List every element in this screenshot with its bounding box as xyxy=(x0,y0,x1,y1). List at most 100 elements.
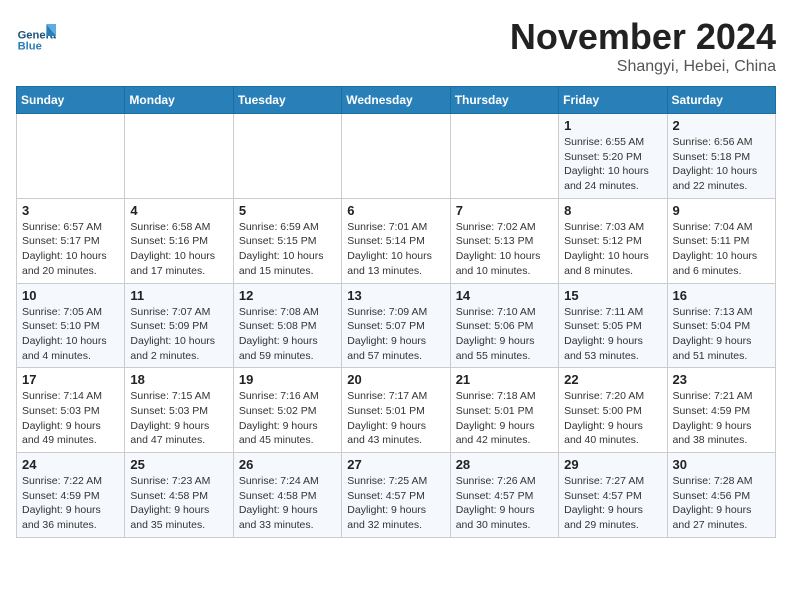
day-number: 25 xyxy=(130,457,227,472)
weekday-header-friday: Friday xyxy=(559,87,667,114)
page-header: General Blue November 2024 Shangyi, Hebe… xyxy=(16,16,776,76)
calendar-header: SundayMondayTuesdayWednesdayThursdayFrid… xyxy=(17,87,776,114)
day-number: 17 xyxy=(22,372,119,387)
calendar-cell xyxy=(17,114,125,199)
weekday-header-monday: Monday xyxy=(125,87,233,114)
day-info: Sunrise: 7:23 AM Sunset: 4:58 PM Dayligh… xyxy=(130,474,227,533)
weekday-header-wednesday: Wednesday xyxy=(342,87,450,114)
calendar-cell: 6Sunrise: 7:01 AM Sunset: 5:14 PM Daylig… xyxy=(342,198,450,283)
weekday-header-tuesday: Tuesday xyxy=(233,87,341,114)
day-number: 10 xyxy=(22,288,119,303)
location-subtitle: Shangyi, Hebei, China xyxy=(510,58,776,76)
day-number: 8 xyxy=(564,203,661,218)
day-info: Sunrise: 7:01 AM Sunset: 5:14 PM Dayligh… xyxy=(347,220,444,279)
day-number: 11 xyxy=(130,288,227,303)
calendar-cell: 17Sunrise: 7:14 AM Sunset: 5:03 PM Dayli… xyxy=(17,368,125,453)
calendar-week-5: 24Sunrise: 7:22 AM Sunset: 4:59 PM Dayli… xyxy=(17,453,776,538)
calendar-cell: 23 Sunrise: 7:21 AM Sunset: 4:59 PM Dayli… xyxy=(667,368,775,453)
calendar-cell: 4 Sunrise: 6:58 AM Sunset: 5:16 PM Daylig… xyxy=(125,198,233,283)
day-number: 21 xyxy=(456,372,553,387)
day-info: Sunrise: 7:09 AM Sunset: 5:07 PM Dayligh… xyxy=(347,305,444,364)
day-number: 30 xyxy=(673,457,770,472)
calendar-cell: 26 Sunrise: 7:24 AM Sunset: 4:58 PM Dayli… xyxy=(233,453,341,538)
month-title: November 2024 xyxy=(510,16,776,58)
day-info: Sunrise: 7:04 AM Sunset: 5:11 PM Dayligh… xyxy=(673,220,770,279)
day-info: Sunrise: 7:25 AM Sunset: 4:57 PM Dayligh… xyxy=(347,474,444,533)
day-number: 20 xyxy=(347,372,444,387)
weekday-header-saturday: Saturday xyxy=(667,87,775,114)
calendar-cell: 14 Sunrise: 7:10 AM Sunset: 5:06 PM Dayli… xyxy=(450,283,558,368)
calendar-cell: 13 Sunrise: 7:09 AM Sunset: 5:07 PM Dayli… xyxy=(342,283,450,368)
day-info: Sunrise: 6:56 AM Sunset: 5:18 PM Dayligh… xyxy=(673,135,770,194)
day-info: Sunrise: 7:16 AM Sunset: 5:02 PM Dayligh… xyxy=(239,389,336,448)
calendar-cell xyxy=(125,114,233,199)
day-number: 15 xyxy=(564,288,661,303)
calendar-cell: 7Sunrise: 7:02 AM Sunset: 5:13 PM Daylig… xyxy=(450,198,558,283)
calendar-cell: 24Sunrise: 7:22 AM Sunset: 4:59 PM Dayli… xyxy=(17,453,125,538)
title-block: November 2024 Shangyi, Hebei, China xyxy=(510,16,776,76)
day-info: Sunrise: 7:28 AM Sunset: 4:56 PM Dayligh… xyxy=(673,474,770,533)
day-info: Sunrise: 7:21 AM Sunset: 4:59 PM Dayligh… xyxy=(673,389,770,448)
calendar-cell xyxy=(342,114,450,199)
day-info: Sunrise: 7:10 AM Sunset: 5:06 PM Dayligh… xyxy=(456,305,553,364)
calendar-cell: 5 Sunrise: 6:59 AM Sunset: 5:15 PM Daylig… xyxy=(233,198,341,283)
day-info: Sunrise: 7:02 AM Sunset: 5:13 PM Dayligh… xyxy=(456,220,553,279)
calendar-week-1: 1Sunrise: 6:55 AM Sunset: 5:20 PM Daylig… xyxy=(17,114,776,199)
calendar-cell xyxy=(450,114,558,199)
calendar-week-2: 3 Sunrise: 6:57 AM Sunset: 5:17 PM Daylig… xyxy=(17,198,776,283)
calendar-table: SundayMondayTuesdayWednesdayThursdayFrid… xyxy=(16,86,776,538)
calendar-cell: 16 Sunrise: 7:13 AM Sunset: 5:04 PM Dayli… xyxy=(667,283,775,368)
day-info: Sunrise: 6:55 AM Sunset: 5:20 PM Dayligh… xyxy=(564,135,661,194)
day-info: Sunrise: 7:24 AM Sunset: 4:58 PM Dayligh… xyxy=(239,474,336,533)
day-number: 26 xyxy=(239,457,336,472)
day-info: Sunrise: 7:20 AM Sunset: 5:00 PM Dayligh… xyxy=(564,389,661,448)
calendar-cell: 29Sunrise: 7:27 AM Sunset: 4:57 PM Dayli… xyxy=(559,453,667,538)
day-info: Sunrise: 7:03 AM Sunset: 5:12 PM Dayligh… xyxy=(564,220,661,279)
day-number: 16 xyxy=(673,288,770,303)
day-info: Sunrise: 7:13 AM Sunset: 5:04 PM Dayligh… xyxy=(673,305,770,364)
day-number: 14 xyxy=(456,288,553,303)
calendar-cell: 19Sunrise: 7:16 AM Sunset: 5:02 PM Dayli… xyxy=(233,368,341,453)
calendar-cell: 15Sunrise: 7:11 AM Sunset: 5:05 PM Dayli… xyxy=(559,283,667,368)
day-info: Sunrise: 7:26 AM Sunset: 4:57 PM Dayligh… xyxy=(456,474,553,533)
day-info: Sunrise: 7:22 AM Sunset: 4:59 PM Dayligh… xyxy=(22,474,119,533)
day-number: 2 xyxy=(673,118,770,133)
day-number: 13 xyxy=(347,288,444,303)
day-number: 4 xyxy=(130,203,227,218)
day-number: 18 xyxy=(130,372,227,387)
calendar-cell: 10 Sunrise: 7:05 AM Sunset: 5:10 PM Dayli… xyxy=(17,283,125,368)
calendar-cell: 21 Sunrise: 7:18 AM Sunset: 5:01 PM Dayli… xyxy=(450,368,558,453)
calendar-week-4: 17Sunrise: 7:14 AM Sunset: 5:03 PM Dayli… xyxy=(17,368,776,453)
calendar-cell: 1Sunrise: 6:55 AM Sunset: 5:20 PM Daylig… xyxy=(559,114,667,199)
day-number: 28 xyxy=(456,457,553,472)
day-number: 9 xyxy=(673,203,770,218)
day-number: 3 xyxy=(22,203,119,218)
calendar-week-3: 10 Sunrise: 7:05 AM Sunset: 5:10 PM Dayli… xyxy=(17,283,776,368)
calendar-cell: 8 Sunrise: 7:03 AM Sunset: 5:12 PM Daylig… xyxy=(559,198,667,283)
logo: General Blue xyxy=(16,16,62,56)
day-number: 12 xyxy=(239,288,336,303)
day-info: Sunrise: 7:17 AM Sunset: 5:01 PM Dayligh… xyxy=(347,389,444,448)
day-info: Sunrise: 6:59 AM Sunset: 5:15 PM Dayligh… xyxy=(239,220,336,279)
day-info: Sunrise: 7:08 AM Sunset: 5:08 PM Dayligh… xyxy=(239,305,336,364)
calendar-cell: 2 Sunrise: 6:56 AM Sunset: 5:18 PM Daylig… xyxy=(667,114,775,199)
day-info: Sunrise: 6:58 AM Sunset: 5:16 PM Dayligh… xyxy=(130,220,227,279)
day-info: Sunrise: 6:57 AM Sunset: 5:17 PM Dayligh… xyxy=(22,220,119,279)
svg-text:Blue: Blue xyxy=(18,41,42,53)
day-number: 22 xyxy=(564,372,661,387)
calendar-cell: 27Sunrise: 7:25 AM Sunset: 4:57 PM Dayli… xyxy=(342,453,450,538)
weekday-header-thursday: Thursday xyxy=(450,87,558,114)
calendar-cell: 25 Sunrise: 7:23 AM Sunset: 4:58 PM Dayli… xyxy=(125,453,233,538)
day-info: Sunrise: 7:05 AM Sunset: 5:10 PM Dayligh… xyxy=(22,305,119,364)
day-number: 5 xyxy=(239,203,336,218)
logo-icon: General Blue xyxy=(16,16,56,56)
day-number: 23 xyxy=(673,372,770,387)
calendar-cell: 12 Sunrise: 7:08 AM Sunset: 5:08 PM Dayli… xyxy=(233,283,341,368)
calendar-cell: 18Sunrise: 7:15 AM Sunset: 5:03 PM Dayli… xyxy=(125,368,233,453)
calendar-cell: 3 Sunrise: 6:57 AM Sunset: 5:17 PM Daylig… xyxy=(17,198,125,283)
day-info: Sunrise: 7:18 AM Sunset: 5:01 PM Dayligh… xyxy=(456,389,553,448)
calendar-body: 1Sunrise: 6:55 AM Sunset: 5:20 PM Daylig… xyxy=(17,114,776,538)
calendar-cell: 22 Sunrise: 7:20 AM Sunset: 5:00 PM Dayli… xyxy=(559,368,667,453)
weekday-header-row: SundayMondayTuesdayWednesdayThursdayFrid… xyxy=(17,87,776,114)
calendar-cell: 11Sunrise: 7:07 AM Sunset: 5:09 PM Dayli… xyxy=(125,283,233,368)
